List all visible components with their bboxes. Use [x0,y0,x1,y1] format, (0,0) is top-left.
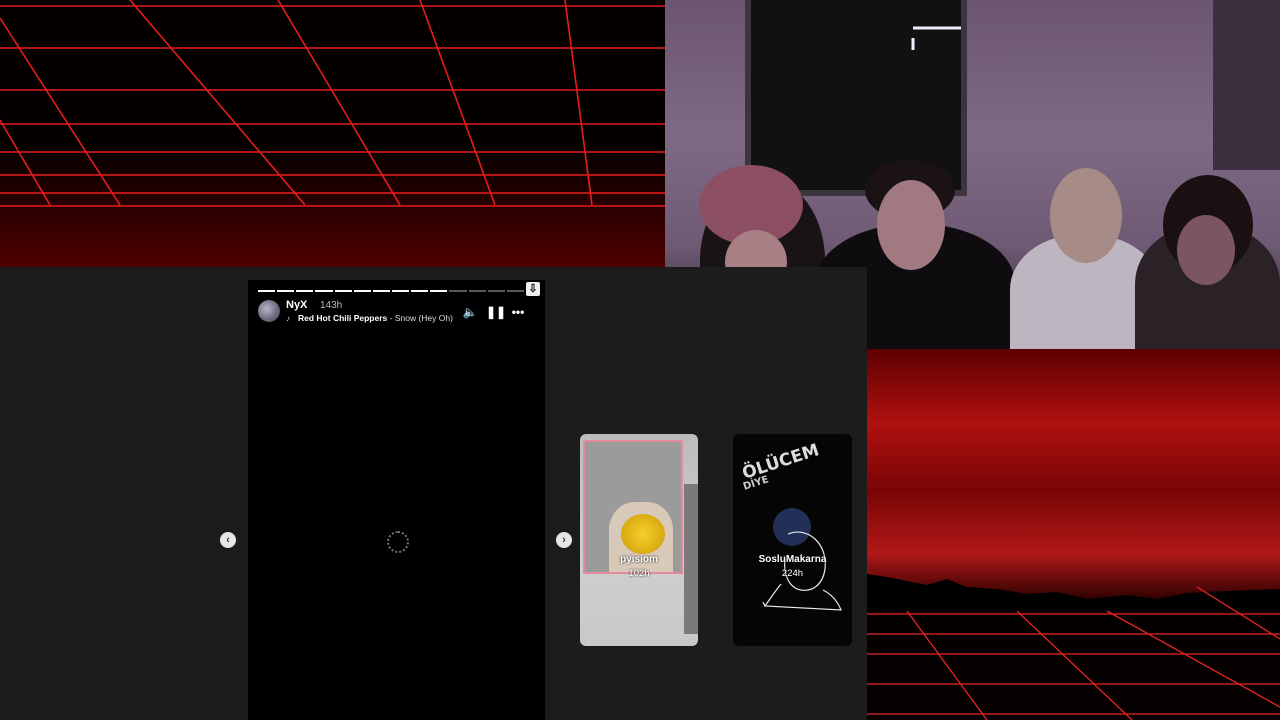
emoji-sticker [621,514,665,554]
preview-timestamp: 224h [781,568,804,579]
loading-spinner-icon [387,531,409,553]
progress-segment [296,290,314,292]
progress-segment [468,290,486,292]
string-lights [911,26,975,106]
face-2 [877,180,945,270]
progress-segment [277,290,295,292]
right-wall-shelf [1213,0,1280,170]
progress-segment [353,290,371,292]
preview-username: pyisiom [620,554,658,565]
story-preview-card[interactable]: pyisiom 102h [580,434,698,646]
progress-segment [506,290,524,292]
next-story-button[interactable]: › [556,532,572,548]
progress-segment [449,290,467,292]
prev-story-button[interactable]: ‹ [220,532,236,548]
progress-segment [411,290,429,292]
decorative-grid-background [0,0,665,267]
song-separator: - [387,313,395,323]
sunset-grid-graphic [867,574,1280,720]
pause-icon[interactable]: ❚❚ [486,305,506,319]
preview-timestamp: 102h [628,568,650,579]
face-3 [1050,168,1122,263]
story-viewer[interactable]: ⇩ NyX 143h ♪ Red Hot Chili Peppers - Sno… [248,280,545,720]
progress-segment [258,290,276,292]
song-info[interactable]: Red Hot Chili Peppers - Snow (Hey Oh) [298,313,453,323]
story-header: NyX 143h ♪ Red Hot Chili Peppers - Snow … [258,299,534,325]
music-icon: ♪ [286,314,290,323]
progress-segment [372,290,390,292]
progress-segment [430,290,448,292]
song-artist: Red Hot Chili Peppers [298,313,388,323]
line-drawing-graphic [762,531,842,611]
speaker-icon[interactable]: 🔈 [462,305,478,319]
more-icon[interactable]: ••• [510,305,526,319]
preview-username: SosluMakarna [758,554,827,565]
grid-lines-graphic [0,0,665,207]
progress-segment [334,290,352,292]
user-name[interactable]: NyX [286,299,307,311]
song-name: Snow (Hey Oh) [394,313,453,323]
download-icon[interactable]: ⇩ [526,282,540,296]
story-preview-card[interactable]: ÖLÜCEM DİYE SosluMakarna 224h [733,434,852,646]
story-timestamp: 143h [320,300,343,311]
face-4 [1177,215,1235,285]
progress-segment [391,290,410,292]
progress-segment [315,290,333,292]
avatar[interactable] [258,300,280,322]
decorative-sunset-background [867,349,1280,720]
progress-segment [487,290,505,292]
progress-bar [258,290,524,293]
